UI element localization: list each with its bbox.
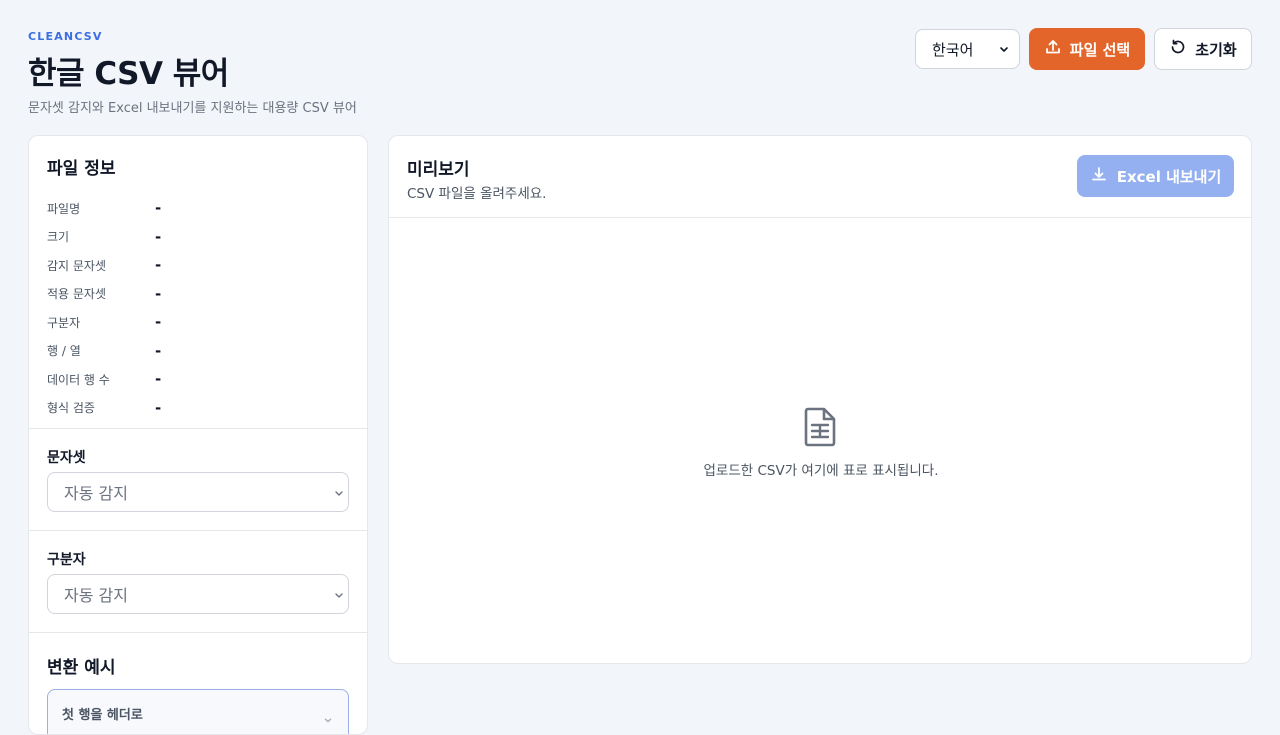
file-select-label: 파일 선택: [1069, 40, 1131, 59]
info-value: -: [155, 284, 162, 303]
preview-panel: 미리보기 CSV 파일을 올려주세요. Excel 내보내기 업로드한 CSV가…: [388, 135, 1252, 664]
info-row-delimiter: 구분자 -: [47, 308, 347, 337]
info-value: -: [155, 341, 162, 360]
preview-title: 미리보기: [407, 160, 470, 180]
charset-label: 문자셋: [47, 450, 86, 466]
file-select-button[interactable]: 파일 선택: [1029, 28, 1145, 70]
info-label: 적용 문자셋: [47, 287, 107, 302]
info-label: 구분자: [47, 315, 81, 330]
page-title: 한글 CSV 뷰어: [28, 56, 229, 92]
chevron-down-icon: [997, 42, 1011, 60]
info-value: -: [155, 199, 162, 218]
page-subtitle: 문자셋 감지와 Excel 내보내기를 지원하는 대용량 CSV 뷰어: [28, 101, 357, 116]
example-title: 변환 예시: [47, 658, 116, 678]
info-label: 감지 문자셋: [47, 258, 107, 273]
info-label: 행 / 열: [47, 344, 81, 359]
info-label: 파일명: [47, 201, 81, 216]
info-row-detected-charset: 감지 문자셋 -: [47, 251, 347, 280]
spreadsheet-file-icon: [802, 406, 838, 452]
info-value: -: [155, 227, 162, 246]
divider: [29, 632, 367, 633]
info-value: -: [155, 256, 162, 275]
divider: [29, 428, 367, 429]
divider: [389, 217, 1251, 218]
info-label: 데이터 행 수: [47, 372, 110, 387]
delimiter-select[interactable]: 자동 감지: [47, 574, 349, 614]
info-label: 크기: [47, 230, 70, 245]
info-row-filename: 파일명 -: [47, 194, 347, 223]
language-select[interactable]: 한국어: [915, 29, 1020, 69]
info-value: -: [155, 398, 162, 417]
chevron-down-icon: [322, 714, 334, 730]
file-info-list: 파일명 - 크기 - 감지 문자셋 - 적용 문자셋 - 구분자 - 행 / 열…: [47, 194, 347, 422]
charset-select[interactable]: 자동 감지: [47, 472, 349, 512]
brand-label: CLEANCSV: [28, 30, 103, 43]
charset-select-value: 자동 감지: [64, 484, 128, 503]
reset-button[interactable]: 초기화: [1154, 28, 1252, 70]
divider: [29, 530, 367, 531]
language-select-value: 한국어: [932, 40, 974, 59]
excel-export-label: Excel 내보내기: [1116, 167, 1222, 186]
info-value: -: [155, 313, 162, 332]
info-row-data-row-count: 데이터 행 수 -: [47, 365, 347, 394]
chevron-down-icon: [332, 587, 346, 606]
example-option-select[interactable]: 첫 행을 헤더로: [47, 689, 349, 734]
preview-subtitle: CSV 파일을 올려주세요.: [407, 186, 547, 202]
example-option-label: 첫 행을 헤더로: [62, 708, 143, 723]
excel-export-button[interactable]: Excel 내보내기: [1077, 155, 1234, 197]
refresh-icon: [1169, 38, 1187, 60]
file-info-title: 파일 정보: [47, 159, 116, 179]
info-label: 형식 검증: [47, 401, 95, 416]
info-row-format-validation: 형식 검증 -: [47, 394, 347, 423]
reset-label: 초기화: [1195, 40, 1237, 59]
info-row-applied-charset: 적용 문자셋 -: [47, 280, 347, 309]
info-row-rows-columns: 행 / 열 -: [47, 337, 347, 366]
file-info-panel: 파일 정보 파일명 - 크기 - 감지 문자셋 - 적용 문자셋 - 구분자 -…: [28, 135, 368, 735]
download-icon: [1090, 165, 1108, 187]
delimiter-label: 구분자: [47, 552, 86, 568]
info-value: -: [155, 370, 162, 389]
chevron-down-icon: [332, 485, 346, 504]
info-row-size: 크기 -: [47, 223, 347, 252]
upload-icon: [1044, 38, 1062, 60]
empty-state-message: 업로드한 CSV가 여기에 표로 표시됩니다.: [703, 463, 939, 479]
delimiter-select-value: 자동 감지: [64, 586, 128, 605]
